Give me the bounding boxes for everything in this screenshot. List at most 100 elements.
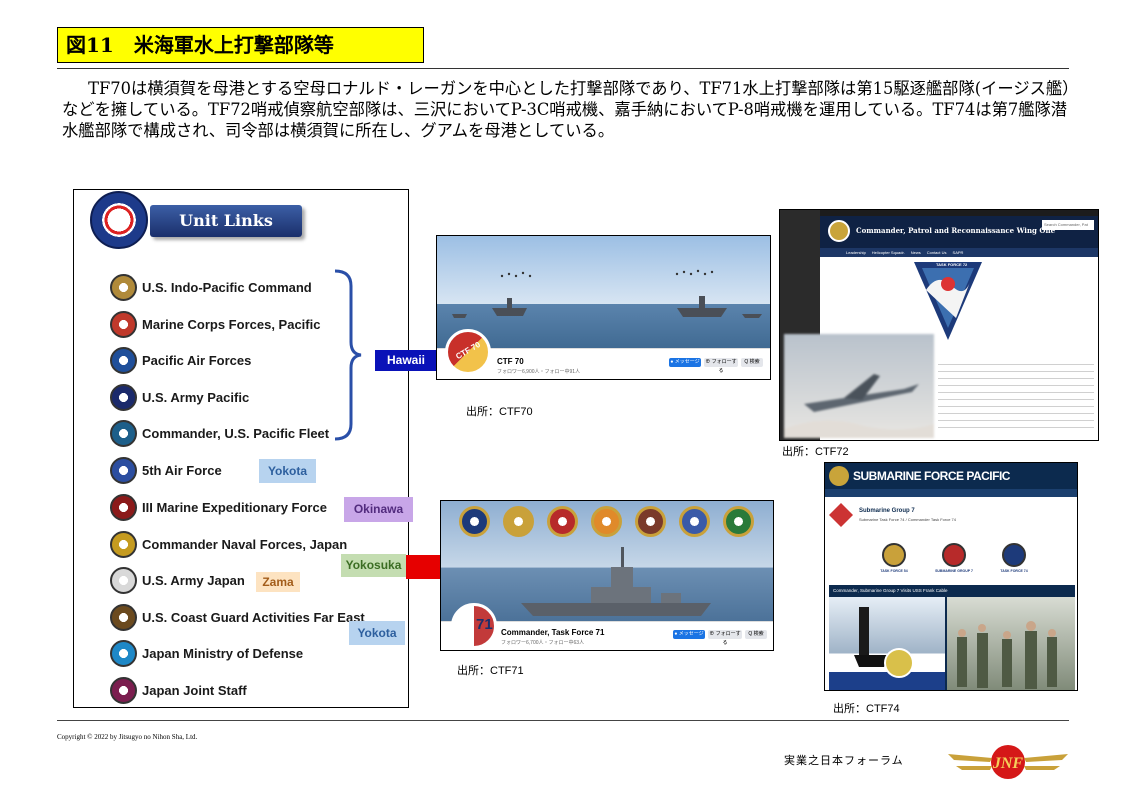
unit-link-item[interactable]: U.S. Army Japan [110, 565, 245, 595]
submarine-icon [854, 607, 914, 678]
unit-link-label[interactable]: U.S. Army Pacific [142, 390, 249, 405]
unit-emblem-icon [882, 543, 906, 567]
unit-link-item[interactable]: Japan Joint Staff [110, 675, 247, 705]
message-button[interactable]: ● メッセージ [669, 358, 701, 367]
ship-crest-icon [503, 506, 534, 537]
logo-text: JNF [992, 755, 1024, 772]
video-title: Commander, Submarine Group 7 Visits USS … [833, 588, 948, 593]
unit-link-item[interactable]: III Marine Expeditionary Force [110, 492, 327, 522]
follow-button[interactable]: ⊕ フォローする [708, 630, 742, 646]
unit-link-label[interactable]: Marine Corps Forces, Pacific [142, 317, 320, 332]
page-name: Commander, Task Force 71 [501, 628, 605, 637]
nav-item[interactable]: News [911, 248, 921, 257]
message-button[interactable]: ● メッセージ [673, 630, 705, 639]
usarj-seal-icon [110, 566, 137, 594]
unit-link-item[interactable]: Japan Ministry of Defense [110, 638, 303, 668]
unit-link-label[interactable]: U.S. Indo-Pacific Command [142, 280, 312, 295]
hawaii-brace [334, 269, 362, 441]
yokota-tag: Yokota [259, 459, 316, 483]
unit-link-item[interactable]: U.S. Army Pacific [110, 382, 249, 412]
unit-link-label[interactable]: Japan Joint Staff [142, 683, 247, 698]
unit-link-label[interactable]: U.S. Army Japan [142, 573, 245, 588]
unit-link-item[interactable]: 5th Air Force [110, 455, 222, 485]
ship-crest-icon [635, 506, 666, 537]
p-8-aircraft-photo [784, 334, 934, 438]
unit-link-label[interactable]: Commander, U.S. Pacific Fleet [142, 426, 329, 441]
unit-link-label[interactable]: 5th Air Force [142, 463, 222, 478]
avatar-text: CTF 70 [454, 339, 482, 362]
site-nav [825, 489, 1077, 497]
site-header: Commander, Patrol and Reconnaissance Win… [820, 216, 1098, 248]
unit-link-item[interactable]: U.S. Coast Guard Activities Far East [110, 602, 365, 632]
site-title: SUBMARINE FORCE PACIFIC [853, 469, 1010, 483]
crew-photo [947, 597, 1075, 690]
jmod-logo-icon [110, 639, 137, 667]
usfj-seal-icon [90, 191, 148, 249]
unit-emblem-icon [1002, 543, 1026, 567]
unit-link-item[interactable]: U.S. Indo-Pacific Command [110, 272, 312, 302]
crew-image [957, 621, 1057, 689]
ship-crest-icon [547, 506, 578, 537]
unit-link-item[interactable]: Commander, U.S. Pacific Fleet [110, 418, 329, 448]
subpac-unit-emblem[interactable]: TASK FORCE 54 [875, 543, 913, 573]
unit-link-item[interactable]: Pacific Air Forces [110, 345, 251, 375]
search-button[interactable]: Q 検索 [741, 358, 763, 367]
unit-emblem-icon [942, 543, 966, 567]
5af-shield-icon [110, 456, 137, 484]
unit-link-label[interactable]: Japan Ministry of Defense [142, 646, 303, 661]
aircraft-icon [784, 374, 934, 438]
page-subtitle: Submarine Task Force 74 / Commander Task… [859, 517, 957, 522]
pacaf-shield-icon [110, 346, 137, 374]
search-button[interactable]: Q 検索 [745, 630, 767, 639]
ctf71-avatar: 71 [451, 603, 497, 649]
subgru-7-emblem-icon [829, 503, 853, 527]
ctf72-screenshot: Commander, Patrol and Reconnaissance Win… [779, 209, 1099, 441]
ctf74-screenshot: SUBMARINE FORCE PACIFIC Submarine Group … [824, 462, 1078, 691]
zama-tag: Zama [256, 572, 300, 592]
ctf70-caption: 出所：CTF70 [466, 406, 533, 418]
hawaii-tag: Hawaii [375, 350, 437, 371]
subpac-unit-emblem[interactable]: TASK FORCE 74 [995, 543, 1033, 573]
cnfj-seal-icon [110, 530, 137, 558]
usarpac-seal-icon [110, 383, 137, 411]
ctf72-caption: 出所：CTF72 [782, 446, 849, 458]
follow-button[interactable]: ⊕ フォローする [704, 358, 738, 374]
okinawa-tag: Okinawa [344, 497, 413, 522]
nav-item[interactable]: Leadership [846, 248, 866, 257]
ctf71-screenshot: Commander, Task Force 71 フォロワー6,700人・フォロ… [440, 500, 774, 651]
nav-item[interactable]: SAPR [953, 248, 964, 257]
unit-link-label[interactable]: III Marine Expeditionary Force [142, 500, 327, 515]
ship-crest-icon [459, 506, 490, 537]
unit-emblem-label: TASK FORCE 54 [880, 569, 908, 573]
yokota-tag-2: Yokota [349, 621, 405, 645]
page-followers: フォロワー6,900人・フォロー中91人 [497, 369, 581, 375]
search-input[interactable]: Search Commander, Pat [1042, 220, 1094, 230]
footer-divider [57, 720, 1069, 721]
unit-link-label[interactable]: Pacific Air Forces [142, 353, 251, 368]
avatar-text: 71 [476, 616, 493, 633]
unit-link-item[interactable]: Marine Corps Forces, Pacific [110, 309, 320, 339]
nav-item[interactable]: Contact Us [927, 248, 947, 257]
unit-links-header: Unit Links [150, 205, 302, 237]
site-header: SUBMARINE FORCE PACIFIC [825, 463, 1077, 489]
pacflt-seal-icon [110, 419, 137, 447]
copyright: Copyright © 2022 by Jitsugyo no Nihon Sh… [57, 733, 198, 741]
subpac-unit-emblem[interactable]: SUBMARINE GROUP 7 [935, 543, 973, 573]
jnf-logo-icon: JNF [948, 745, 1068, 779]
ship-crest-icon [723, 506, 754, 537]
unit-link-item[interactable]: Commander Naval Forces, Japan [110, 529, 347, 559]
ship-crest-icon [591, 506, 622, 537]
unit-link-label[interactable]: Commander Naval Forces, Japan [142, 537, 347, 552]
page-name: CTF 70 [497, 357, 524, 366]
ctf74-caption: 出所：CTF74 [833, 703, 900, 715]
crest-row [459, 506, 754, 537]
unit-emblem-label: TASK FORCE 74 [1000, 569, 1028, 573]
site-nav: Leadership Helicopter Squadr. News Contact … [820, 248, 1098, 257]
indopacom-seal-icon [110, 273, 137, 301]
unit-link-label[interactable]: U.S. Coast Guard Activities Far East [142, 610, 365, 625]
yokosuka-tag: Yokosuka [341, 554, 406, 577]
destroyer-image [521, 547, 711, 616]
nav-item[interactable]: Helicopter Squadr. [872, 248, 905, 257]
submarine-photo [829, 597, 945, 690]
emblem-row: TASK FORCE 54 SUBMARINE GROUP 7 TASK FORCE… [875, 543, 1033, 573]
